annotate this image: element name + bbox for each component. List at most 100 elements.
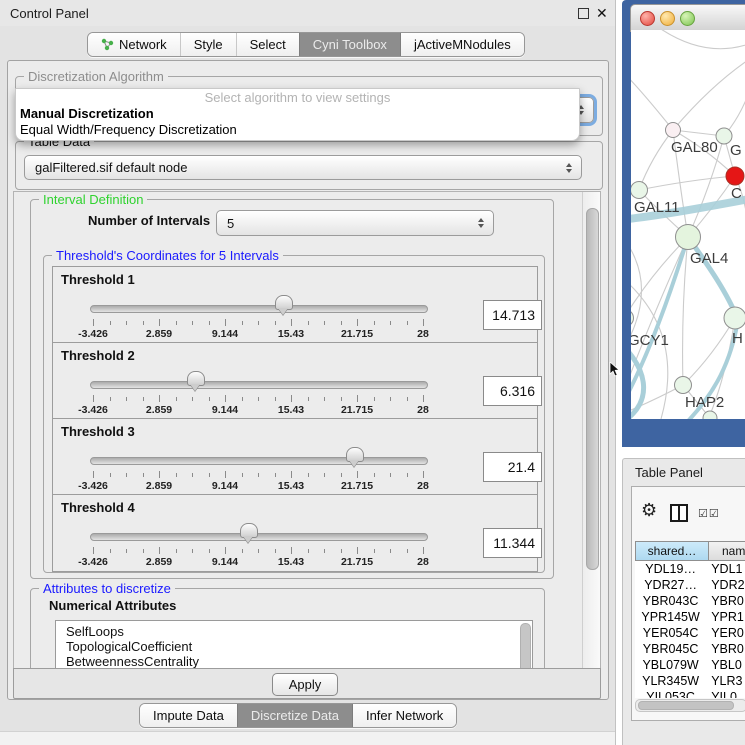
close-icon[interactable]: ✕ bbox=[596, 4, 608, 22]
network-node-label: H bbox=[732, 330, 743, 347]
list-item[interactable]: TopologicalCoefficient bbox=[56, 639, 532, 654]
dropdown-option-manual-discretization[interactable]: Manual Discretization bbox=[16, 106, 579, 122]
list-scrollbar[interactable] bbox=[520, 623, 531, 670]
combo-value: 5 bbox=[227, 216, 234, 231]
slider-tick bbox=[110, 549, 111, 553]
slider-ticks bbox=[93, 395, 423, 403]
slider-track bbox=[90, 533, 428, 541]
horizontal-scrollbar[interactable] bbox=[635, 699, 745, 712]
axis-tick-label: 9.144 bbox=[212, 480, 238, 492]
table-row[interactable]: YER054CYER0 bbox=[635, 625, 745, 641]
table-row[interactable]: YBR043CYBR0 bbox=[635, 593, 745, 609]
tab-label: Style bbox=[194, 37, 223, 52]
tab-cyni-toolbox[interactable]: Cyni Toolbox bbox=[299, 33, 400, 56]
axis-tick-label: 15.43 bbox=[278, 404, 304, 416]
slider-tick bbox=[258, 397, 259, 401]
slider-tick bbox=[374, 549, 375, 553]
network-node[interactable] bbox=[724, 307, 745, 329]
threshold-1-slider[interactable]: -3.4262.8599.14415.4321.71528 bbox=[93, 293, 423, 339]
cyni-toolbox-panel: Discretization Algorithm Select algorith… bbox=[7, 60, 609, 700]
dropdown-prompt: Select algorithm to view settings bbox=[16, 89, 579, 106]
slider-tick bbox=[93, 547, 94, 554]
list-item[interactable]: BetweennessCentrality bbox=[56, 654, 532, 669]
slider-tick bbox=[209, 321, 210, 325]
column-layout-icon[interactable] bbox=[670, 504, 688, 522]
threshold-value-field[interactable]: 6.316 bbox=[483, 376, 542, 406]
network-view-canvas[interactable]: GAL80GCGAL11GAL4GCY1HHAP2 bbox=[631, 30, 745, 419]
slider-tick bbox=[110, 397, 111, 401]
slider-tick bbox=[176, 321, 177, 325]
slider-tick bbox=[225, 395, 226, 402]
slider-tick bbox=[423, 319, 424, 326]
network-node[interactable] bbox=[676, 225, 701, 250]
number-of-intervals-label: Number of Intervals bbox=[88, 213, 210, 228]
threshold-2-slider[interactable]: -3.4262.8599.14415.4321.71528 bbox=[93, 369, 423, 415]
threshold-label: Threshold 4 bbox=[61, 500, 135, 515]
gear-icon[interactable]: ⚙ bbox=[641, 500, 657, 520]
vertical-scrollbar[interactable] bbox=[582, 192, 600, 669]
threshold-value-field[interactable]: 21.4 bbox=[483, 452, 542, 482]
network-canvas[interactable]: GAL80GCGAL11GAL4GCY1HHAP2 bbox=[631, 30, 745, 419]
table-row[interactable]: YDR27…YDR2 bbox=[635, 577, 745, 593]
threshold-4-slider[interactable]: -3.4262.8599.14415.4321.71528 bbox=[93, 521, 423, 567]
slider-tick bbox=[225, 319, 226, 326]
slider-tick bbox=[324, 321, 325, 325]
network-node[interactable] bbox=[726, 167, 744, 185]
threshold-value-field[interactable]: 11.344 bbox=[483, 528, 542, 558]
table-row[interactable]: YPR145WYPR1 bbox=[635, 609, 745, 625]
network-node[interactable] bbox=[631, 182, 648, 199]
float-window-icon[interactable] bbox=[578, 8, 589, 19]
tab-style[interactable]: Style bbox=[180, 33, 236, 56]
tab-label: Select bbox=[250, 37, 286, 52]
cell: YBL079W bbox=[635, 657, 706, 673]
number-of-intervals-combobox[interactable]: 5 bbox=[216, 210, 494, 236]
slider-thumb[interactable] bbox=[240, 523, 258, 538]
group-title: Attributes to discretize bbox=[39, 581, 175, 596]
network-node[interactable] bbox=[666, 123, 681, 138]
column-header-name[interactable]: name bbox=[708, 541, 745, 561]
network-window-titlebar[interactable] bbox=[630, 4, 745, 32]
tab-network[interactable]: Network bbox=[88, 33, 180, 56]
column-header-shared-name[interactable]: shared… bbox=[635, 541, 709, 561]
tab-infer-network[interactable]: Infer Network bbox=[352, 704, 456, 727]
slider-thumb[interactable] bbox=[275, 295, 293, 310]
cell: YIL053C bbox=[635, 689, 706, 698]
network-node-label: HAP2 bbox=[685, 394, 724, 411]
scrollbar-thumb[interactable] bbox=[586, 208, 599, 570]
cell: YBR0 bbox=[706, 593, 745, 609]
table-row[interactable]: YBR045CYBR0 bbox=[635, 641, 745, 657]
close-traffic-light[interactable] bbox=[640, 11, 655, 26]
network-node[interactable] bbox=[675, 377, 692, 394]
cell: YDL19… bbox=[635, 561, 706, 577]
scrollbar-thumb[interactable] bbox=[638, 701, 734, 710]
bottom-tab-bar: Impute Data Discretize Data Infer Networ… bbox=[139, 703, 457, 728]
table-data-combobox[interactable]: galFiltered.sif default node bbox=[24, 155, 582, 180]
slider-thumb[interactable] bbox=[187, 371, 205, 386]
apply-button[interactable]: Apply bbox=[272, 673, 338, 696]
threshold-value-field[interactable]: 14.713 bbox=[483, 300, 542, 330]
tab-discretize-data[interactable]: Discretize Data bbox=[237, 704, 352, 727]
slider-tick bbox=[159, 319, 160, 326]
list-item[interactable]: SelfLoops bbox=[56, 621, 532, 639]
cell: YDL1 bbox=[706, 561, 745, 577]
tab-impute-data[interactable]: Impute Data bbox=[140, 704, 237, 727]
dropdown-option-equal-width-frequency[interactable]: Equal Width/Frequency Discretization bbox=[16, 122, 579, 138]
slider-tick bbox=[423, 471, 424, 478]
table-row[interactable]: YIL053CYIL0 bbox=[635, 689, 745, 698]
network-icon bbox=[101, 38, 114, 51]
table-row[interactable]: YBL079WYBL0 bbox=[635, 657, 745, 673]
zoom-traffic-light[interactable] bbox=[680, 11, 695, 26]
threshold-3-slider[interactable]: -3.4262.8599.14415.4321.71528 bbox=[93, 445, 423, 491]
slider-tick bbox=[423, 395, 424, 402]
cell: YER054C bbox=[635, 625, 706, 641]
group-title: Discretization Algorithm bbox=[24, 69, 168, 84]
tab-select[interactable]: Select bbox=[236, 33, 299, 56]
network-node[interactable] bbox=[631, 310, 634, 327]
slider-thumb[interactable] bbox=[346, 447, 364, 462]
select-columns-icon[interactable]: ☑☑ bbox=[698, 507, 720, 520]
table-row[interactable]: YLR345WYLR3 bbox=[635, 673, 745, 689]
tab-jactivemnodules[interactable]: jActiveMNodules bbox=[400, 33, 524, 56]
table-row[interactable]: YDL19…YDL1 bbox=[635, 561, 745, 577]
minimize-traffic-light[interactable] bbox=[660, 11, 675, 26]
combo-arrows-icon bbox=[478, 218, 484, 228]
